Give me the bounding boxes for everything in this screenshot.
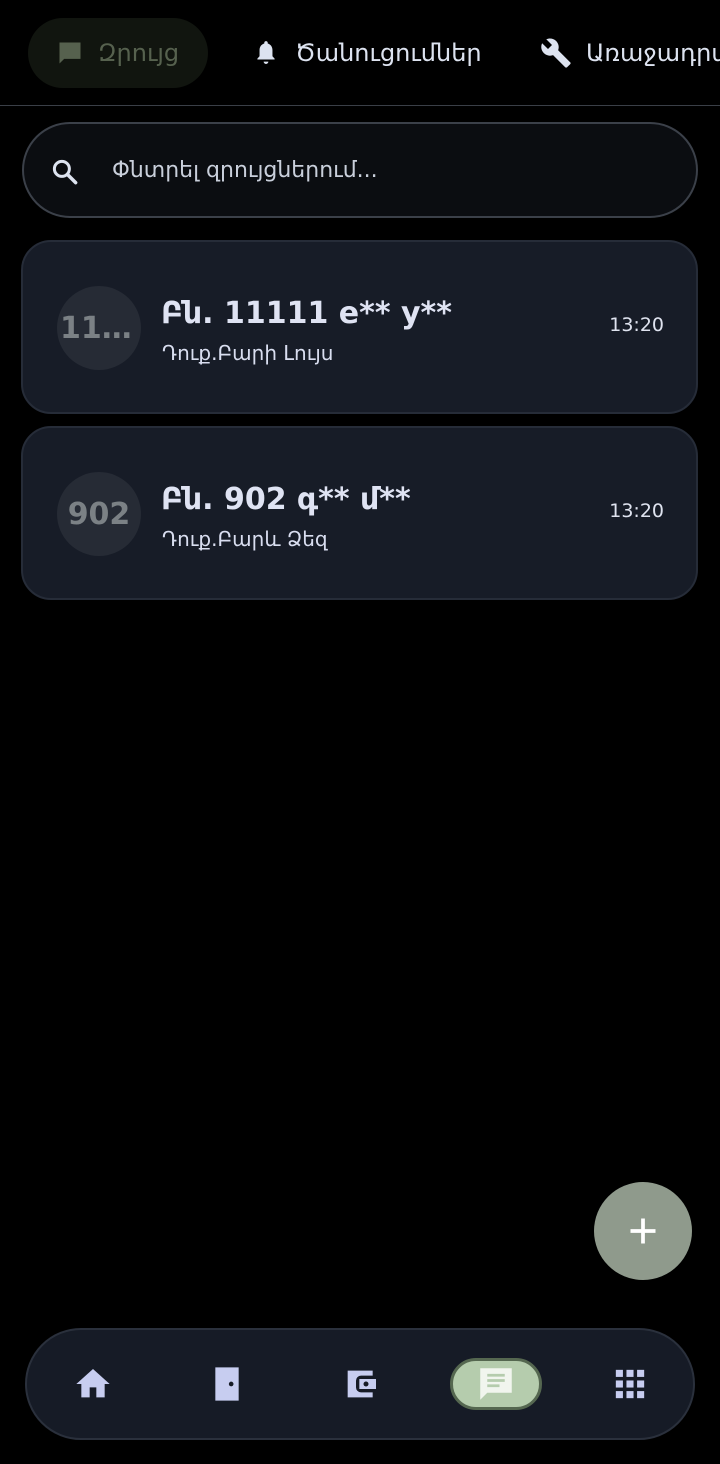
search-input[interactable] xyxy=(112,124,672,216)
door-icon xyxy=(215,1367,239,1401)
chat-time: 13:20 xyxy=(609,314,664,336)
chat-title: Բն. 902 գ** մ** xyxy=(161,482,411,517)
search-icon xyxy=(52,159,78,185)
nav-home[interactable] xyxy=(65,1330,121,1438)
chat-last-message: Դուք.Բարի Լույս xyxy=(162,341,334,365)
apps-grid-icon xyxy=(615,1369,645,1399)
avatar-text: 902 xyxy=(67,496,131,532)
wallet-icon xyxy=(347,1370,376,1398)
tab-notifications[interactable]: Ծանուցումներ xyxy=(253,18,482,88)
search-bar xyxy=(22,122,698,218)
avatar: 902 xyxy=(57,472,141,556)
tab-chats-label: Զրույց xyxy=(98,39,180,67)
tab-chats[interactable]: Զրույց xyxy=(28,18,208,88)
chat-time: 13:20 xyxy=(609,500,664,522)
chat-list-item[interactable]: 902 Բն. 902 գ** մ** Դուք.Բարև Ձեզ 13:20 xyxy=(21,426,698,600)
chat-bubble-icon xyxy=(59,42,81,64)
chat-icon xyxy=(480,1368,512,1400)
avatar-text: 11111 xyxy=(60,310,138,346)
nav-apartment[interactable] xyxy=(199,1330,255,1438)
bell-icon xyxy=(257,41,275,64)
chat-last-message: Դուք.Բարև Ձեզ xyxy=(162,527,328,551)
bottom-navigation xyxy=(25,1328,695,1440)
wrench-icon xyxy=(541,38,571,68)
chat-title: Բն. 11111 e** y** xyxy=(161,296,452,331)
tab-notifications-label: Ծանուցումներ xyxy=(295,39,482,67)
nav-wallet[interactable] xyxy=(333,1330,389,1438)
new-chat-button[interactable] xyxy=(594,1182,692,1280)
nav-chats[interactable] xyxy=(449,1330,543,1438)
tab-tasks[interactable]: Առաջադրանքներ xyxy=(540,18,720,88)
nav-more[interactable] xyxy=(602,1330,658,1438)
plus-icon xyxy=(630,1218,656,1244)
chat-list-item[interactable]: 11111 Բն. 11111 e** y** Դուք.Բարի Լույս … xyxy=(21,240,698,414)
tab-tasks-label: Առաջադրանքներ xyxy=(586,39,720,67)
avatar: 11111 xyxy=(57,286,141,370)
top-tab-bar: Զրույց Ծանուցումներ Առաջադրանքներ xyxy=(0,0,720,106)
nav-chats-active-indicator xyxy=(450,1358,542,1410)
home-icon xyxy=(76,1369,110,1398)
